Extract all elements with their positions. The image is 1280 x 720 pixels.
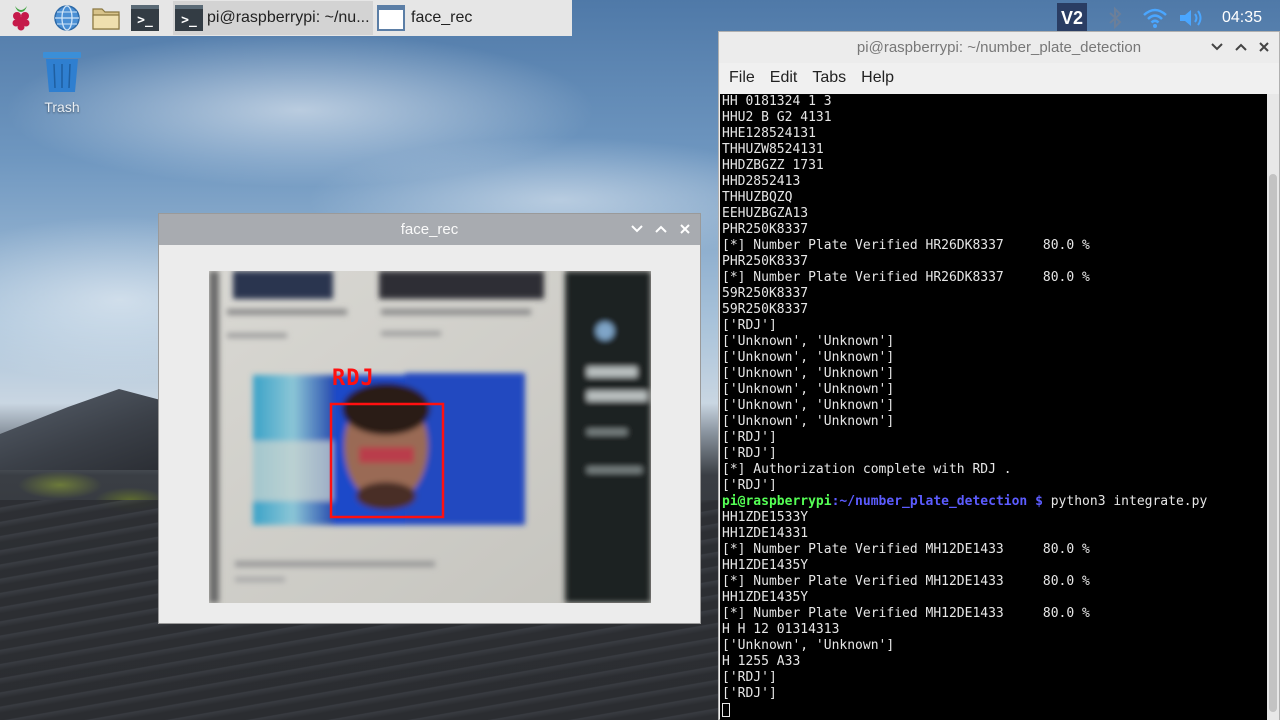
terminal-line: HH 0181324 1 3 xyxy=(722,94,832,109)
terminal-line: HHE128524131 xyxy=(722,126,816,141)
prompt-command: python3 integrate.py xyxy=(1042,494,1208,509)
terminal-line: HHU2 B G2 4131 xyxy=(722,110,832,125)
terminal-cursor-line xyxy=(722,702,1268,718)
file-manager-icon[interactable] xyxy=(91,3,121,33)
terminal-line: ['Unknown', 'Unknown'] xyxy=(722,334,895,349)
terminal-line: ['Unknown', 'Unknown'] xyxy=(722,638,895,653)
terminal-line: ['RDJ'] xyxy=(722,446,777,461)
terminal-line: [*] Number Plate Verified MH12DE1433 80.… xyxy=(722,542,1090,557)
terminal-line: ['Unknown', 'Unknown'] xyxy=(722,382,895,397)
desktop: >_ >_ pi@raspberrypi: ~/nu... face_rec V… xyxy=(0,0,1280,720)
terminal-line: ['RDJ'] xyxy=(722,478,777,493)
terminal-line: PHR250K8337 xyxy=(722,222,809,237)
terminal-prompt-line: pi@raspberrypi:~/number_plate_detection … xyxy=(722,494,1268,510)
minimize-icon[interactable] xyxy=(627,219,647,239)
terminal-line: HHD2852413 xyxy=(722,174,801,189)
terminal-line: EEHUZBGZA13 xyxy=(722,206,809,221)
window-title: face_rec xyxy=(400,221,459,238)
terminal-line: HH1ZDE14331 xyxy=(722,526,809,541)
terminal-launcher-icon[interactable]: >_ xyxy=(130,3,160,33)
taskbar-task-label: face_rec xyxy=(411,9,473,26)
terminal-line: HH1ZDE1533Y xyxy=(722,510,809,525)
prompt-user: pi@raspberrypi xyxy=(722,494,832,509)
terminal-line: [*] Number Plate Verified MH12DE1433 80.… xyxy=(722,574,1090,589)
taskbar-task-label: pi@raspberrypi: ~/nu... xyxy=(207,9,370,26)
terminal-line: H H 12 01314313 xyxy=(722,622,840,637)
terminal-line: [*] Number Plate Verified HR26DK8337 80.… xyxy=(722,238,1090,253)
terminal-line: ['RDJ'] xyxy=(722,318,777,333)
face-rec-window: face_rec RDJ xyxy=(158,213,701,624)
menu-help[interactable]: Help xyxy=(861,69,894,87)
terminal-line: THHUZBQZQ xyxy=(722,190,793,205)
window-title: pi@raspberrypi: ~/number_plate_detection xyxy=(856,39,1142,56)
close-icon[interactable] xyxy=(675,219,695,239)
terminal-line: HH1ZDE1435Y xyxy=(722,590,809,605)
terminal-icon: >_ xyxy=(175,5,203,31)
trash-label: Trash xyxy=(44,99,80,115)
scrollbar-thumb[interactable] xyxy=(1269,174,1277,712)
trash-icon xyxy=(43,52,81,92)
terminal-line: ['RDJ'] xyxy=(722,670,777,685)
terminal-line: THHUZW8524131 xyxy=(722,142,824,157)
menu-edit[interactable]: Edit xyxy=(770,69,798,87)
terminal-line: ['RDJ'] xyxy=(722,686,777,701)
close-icon[interactable] xyxy=(1254,37,1274,57)
terminal-scrollbar[interactable] xyxy=(1267,94,1279,720)
terminal-output[interactable]: HH 0181324 1 3 HHU2 B G2 4131 HHE128524131… xyxy=(720,94,1268,720)
menu-tabs[interactable]: Tabs xyxy=(812,69,846,87)
terminal-titlebar[interactable]: pi@raspberrypi: ~/number_plate_detection xyxy=(719,32,1279,63)
trash-desktop-icon[interactable]: Trash xyxy=(28,50,96,120)
terminal-line: H 1255 A33 xyxy=(722,654,801,669)
terminal-line: [*] Authorization complete with RDJ . xyxy=(722,462,1012,477)
terminal-menubar: File Edit Tabs Help xyxy=(719,63,1279,93)
window-icon xyxy=(377,5,405,31)
terminal-line: 59R250K8337 xyxy=(722,286,809,301)
terminal-line: ['Unknown', 'Unknown'] xyxy=(722,398,895,413)
terminal-window: pi@raspberrypi: ~/number_plate_detection… xyxy=(718,31,1280,720)
maximize-icon[interactable] xyxy=(1231,37,1251,57)
terminal-line: ['Unknown', 'Unknown'] xyxy=(722,414,895,429)
terminal-line: HH1ZDE1435Y xyxy=(722,558,809,573)
menu-file[interactable]: File xyxy=(729,69,755,87)
terminal-line: 59R250K8337 xyxy=(722,302,809,317)
taskbar-task-face-rec[interactable]: face_rec xyxy=(374,1,570,35)
terminal-line: [*] Number Plate Verified MH12DE1433 80.… xyxy=(722,606,1090,621)
face-detection-label: RDJ xyxy=(332,366,375,391)
terminal-line: [*] Number Plate Verified HR26DK8337 80.… xyxy=(722,270,1090,285)
terminal-line: ['RDJ'] xyxy=(722,430,777,445)
raspberry-menu-icon[interactable] xyxy=(6,3,36,33)
web-browser-icon[interactable] xyxy=(52,3,82,33)
face-rec-titlebar[interactable]: face_rec xyxy=(159,214,700,245)
text-cursor xyxy=(722,702,730,717)
minimize-icon[interactable] xyxy=(1207,37,1227,57)
terminal-line: HHDZBGZZ 1731 xyxy=(722,158,824,173)
prompt-path: :~/number_plate_detection $ xyxy=(831,494,1043,509)
taskbar-task-terminal[interactable]: >_ pi@raspberrypi: ~/nu... xyxy=(173,1,373,35)
terminal-line: PHR250K8337 xyxy=(722,254,809,269)
terminal-line: ['Unknown', 'Unknown'] xyxy=(722,350,895,365)
maximize-icon[interactable] xyxy=(651,219,671,239)
terminal-line: ['Unknown', 'Unknown'] xyxy=(722,366,895,381)
camera-feed: RDJ xyxy=(209,271,651,603)
